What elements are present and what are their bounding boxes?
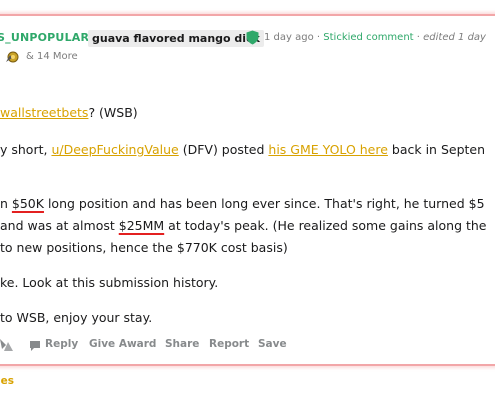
reply-button[interactable]: Reply [45, 338, 78, 350]
text: at today's peak. (He realized some gains… [164, 218, 487, 233]
comment-bubble-icon [30, 341, 40, 351]
share-button[interactable]: Share [165, 338, 199, 350]
give-award-button[interactable]: Give Award [89, 338, 156, 350]
paragraph-5: to WSB, enjoy your stay. [0, 310, 152, 325]
text: ? (WSB) [88, 105, 138, 120]
amount-50k: $50K [11, 196, 44, 211]
user-link[interactable]: u/DeepFuckingValue [51, 142, 178, 157]
subreddit-link[interactable]: wallstreetbets [0, 105, 88, 120]
more-awards-label[interactable]: & 14 More [26, 51, 78, 62]
user-flair: guava flavored mango dick [88, 30, 264, 47]
stickied-label: Stickied comment [323, 32, 414, 43]
text: to new positions, hence the $770K cost b… [0, 240, 288, 255]
paragraph-2: y short, u/DeepFuckingValue (DFV) posted… [0, 142, 485, 157]
text: to WSB, enjoy your stay. [0, 310, 153, 325]
text: back in Septen [387, 142, 486, 157]
text: and was at almost [0, 218, 119, 233]
comment-time[interactable]: 1 day ago [264, 32, 314, 43]
paragraph-1: wallstreetbets? (WSB) [0, 105, 138, 120]
paragraph-3-line-2: and was at almost $25MM at today's peak.… [0, 218, 487, 233]
paragraph-3-line-1: n $50K long position and has been long e… [0, 196, 485, 211]
replies-link[interactable]: ies [0, 375, 14, 387]
report-button[interactable]: Report [209, 338, 249, 350]
paragraph-4: ke. Look at this submission history. [0, 275, 218, 290]
moderator-shield-icon [246, 30, 259, 45]
separator-dot: · [416, 32, 420, 43]
award-icon[interactable] [4, 49, 20, 65]
separator-dot: · [316, 32, 321, 43]
text: y short, [0, 142, 52, 157]
text: ke. Look at this submission history. [0, 275, 219, 290]
save-button[interactable]: Save [258, 338, 287, 350]
text: (DFV) posted [178, 142, 269, 157]
text: n [0, 196, 12, 211]
edited-label: edited 1 day [423, 32, 486, 43]
text: long position and has been long ever sin… [43, 196, 485, 211]
comment-author[interactable]: S_UNPOPULAR [0, 31, 89, 44]
yolo-post-link[interactable]: his GME YOLO here [268, 142, 388, 157]
amount-25mm: $25MM [118, 218, 165, 233]
paragraph-3-line-3: to new positions, hence the $770K cost b… [0, 240, 288, 255]
upvote-arrow-icon[interactable] [0, 336, 14, 352]
comment-meta: 1 day ago · Stickied comment · edited 1 … [264, 32, 486, 43]
